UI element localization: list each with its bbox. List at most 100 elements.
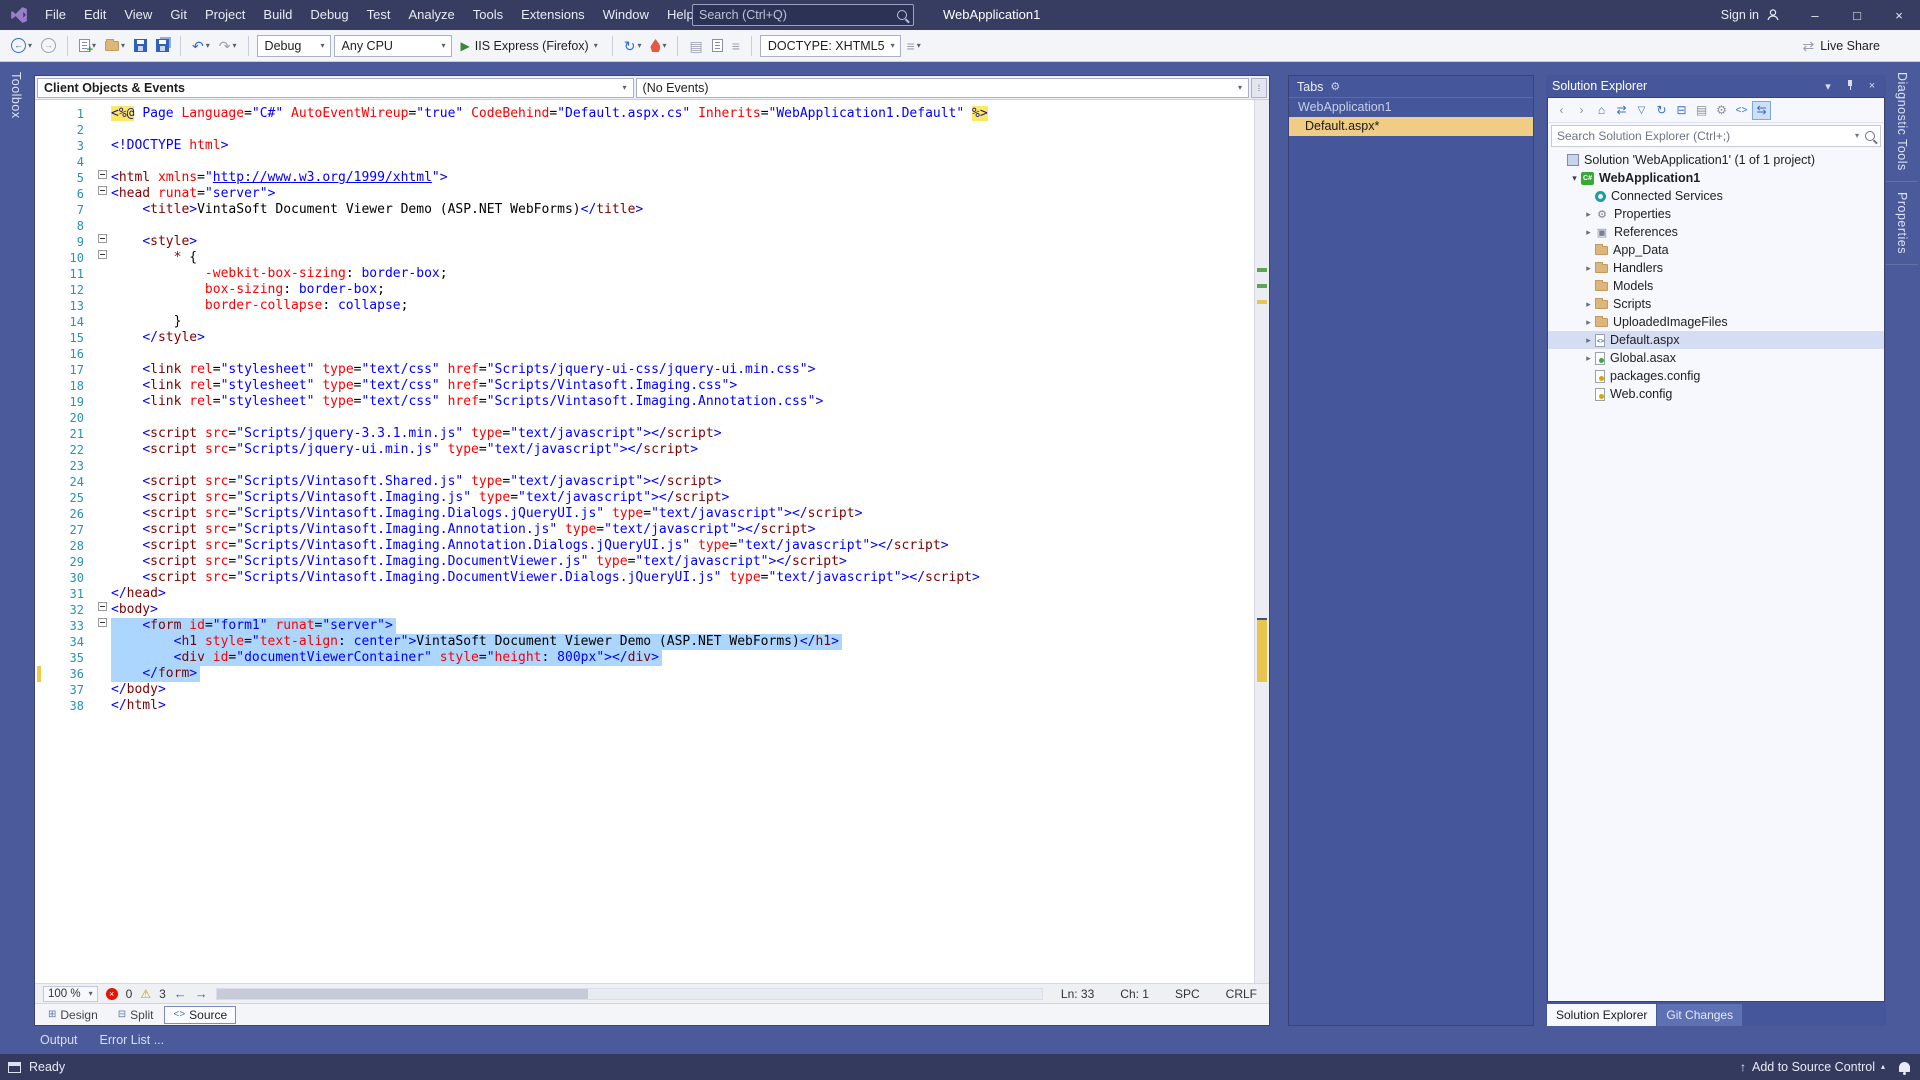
code-line-20[interactable]: 20	[35, 410, 1269, 426]
collapse-region-icon[interactable]	[98, 618, 107, 627]
window-position-icon[interactable]: ▾	[1820, 80, 1836, 93]
gear-icon[interactable]: ⚙	[1330, 80, 1340, 93]
code-line-1[interactable]: 1<%@ Page Language="C#" AutoEventWireup=…	[35, 106, 1269, 122]
error-count[interactable]: 0	[126, 987, 133, 1001]
collapse-region-icon[interactable]	[98, 234, 107, 243]
sign-in-button[interactable]: Sign in	[1707, 0, 1794, 30]
sync-with-active-document-icon[interactable]: ⇆	[1752, 101, 1771, 120]
expander-icon[interactable]: ▸	[1582, 353, 1595, 364]
code-line-27[interactable]: 27 <script src="Scripts/Vintasoft.Imagin…	[35, 522, 1269, 538]
refresh-browser-button[interactable]: ↻ ▾	[621, 37, 645, 55]
minimize-button[interactable]: –	[1794, 0, 1836, 30]
code-line-34[interactable]: 34 <h1 style="text-align: center">VintaS…	[35, 634, 1269, 650]
redo-button[interactable]: ↷ ▾	[216, 37, 240, 55]
split-editor-handle[interactable]: ⁞	[1251, 78, 1267, 98]
home-icon[interactable]: ⌂	[1592, 101, 1611, 120]
hot-reload-button[interactable]: ▾	[647, 37, 669, 54]
doctype-dropdown[interactable]: DOCTYPE: XHTML5 ▾	[760, 35, 901, 57]
code-line-2[interactable]: 2	[35, 122, 1269, 138]
tree-item-app-data[interactable]: App_Data	[1548, 241, 1884, 259]
menu-test[interactable]: Test	[358, 0, 400, 30]
code-line-30[interactable]: 30 <script src="Scripts/Vintasoft.Imagin…	[35, 570, 1269, 586]
close-panel-icon[interactable]: ×	[1864, 80, 1880, 92]
expander-icon[interactable]: ▸	[1582, 263, 1595, 274]
menu-git[interactable]: Git	[161, 0, 196, 30]
tree-item-global-asax[interactable]: ▸Global.asax	[1548, 349, 1884, 367]
close-button[interactable]: ×	[1878, 0, 1920, 30]
tree-item-connected-services[interactable]: Connected Services	[1548, 187, 1884, 205]
collapse-region-icon[interactable]	[98, 186, 107, 195]
new-project-button[interactable]: ▾	[76, 37, 99, 54]
view-tab-design[interactable]: ⊞Design	[39, 1006, 107, 1024]
code-line-17[interactable]: 17 <link rel="stylesheet" type="text/css…	[35, 362, 1269, 378]
tree-item-uploadedimagefiles[interactable]: ▸UploadedImageFiles	[1548, 313, 1884, 331]
code-line-38[interactable]: 38</html>	[35, 698, 1269, 714]
live-share-button[interactable]: ⇄ Live Share	[1803, 30, 1887, 62]
tree-item-solution-webapplication1-1-of-1-project[interactable]: Solution 'WebApplication1' (1 of 1 proje…	[1548, 151, 1884, 169]
tree-item-web-config[interactable]: Web.config	[1548, 385, 1884, 403]
events-dropdown[interactable]: (No Events) ▾	[636, 78, 1249, 98]
panel-tab-error-list[interactable]: Error List ...	[100, 1033, 165, 1047]
code-line-22[interactable]: 22 <script src="Scripts/jquery-ui.min.js…	[35, 442, 1269, 458]
code-line-19[interactable]: 19 <link rel="stylesheet" type="text/css…	[35, 394, 1269, 410]
save-button[interactable]	[131, 37, 150, 54]
code-line-4[interactable]: 4	[35, 154, 1269, 170]
code-line-3[interactable]: 3<!DOCTYPE html>	[35, 138, 1269, 154]
navigate-back-icon[interactable]: ←	[174, 987, 187, 1000]
tree-item-properties[interactable]: ▸Properties	[1548, 205, 1884, 223]
menu-edit[interactable]: Edit	[75, 0, 115, 30]
collapse-all-icon[interactable]: ⊟	[1672, 101, 1691, 120]
menu-file[interactable]: File	[36, 0, 75, 30]
navigate-backward-button[interactable]: ← ▾	[8, 36, 35, 55]
collapse-region-icon[interactable]	[98, 170, 107, 179]
add-to-source-control-button[interactable]: ↑ Add to Source Control ▴	[1740, 1060, 1885, 1074]
solution-explorer-search-box[interactable]: Search Solution Explorer (Ctrl+;) ▾	[1551, 125, 1881, 147]
code-line-5[interactable]: 5<html xmlns="http://www.w3.org/1999/xht…	[35, 170, 1269, 186]
expander-icon[interactable]: ▸	[1582, 209, 1595, 220]
code-line-23[interactable]: 23	[35, 458, 1269, 474]
code-line-31[interactable]: 31</head>	[35, 586, 1269, 602]
start-debugging-button[interactable]: ▶ IIS Express (Firefox) ▾	[455, 37, 604, 55]
horizontal-scrollbar-thumb[interactable]	[217, 989, 588, 999]
collapse-region-icon[interactable]	[98, 250, 107, 259]
tabs-panel-header[interactable]: Tabs ⚙	[1289, 76, 1533, 98]
side-tab-properties[interactable]: Properties	[1886, 182, 1918, 265]
tree-item-references[interactable]: ▸References	[1548, 223, 1884, 241]
expander-icon[interactable]: ▾	[1568, 173, 1581, 184]
navigate-forward-button[interactable]: →	[38, 36, 59, 55]
menu-debug[interactable]: Debug	[301, 0, 357, 30]
code-line-10[interactable]: 10 * {	[35, 250, 1269, 266]
code-line-35[interactable]: 35 <div id="documentViewerContainer" sty…	[35, 650, 1269, 666]
spaces-indicator[interactable]: SPC	[1175, 987, 1200, 1001]
zoom-dropdown[interactable]: 100 % ▾	[43, 986, 98, 1002]
code-line-7[interactable]: 7 <title>VintaSoft Document Viewer Demo …	[35, 202, 1269, 218]
code-line-26[interactable]: 26 <script src="Scripts/Vintasoft.Imagin…	[35, 506, 1269, 522]
tree-item-models[interactable]: Models	[1548, 277, 1884, 295]
forward-icon[interactable]: ›	[1572, 101, 1591, 120]
format-document-button[interactable]	[709, 37, 726, 54]
tree-item-packages-config[interactable]: packages.config	[1548, 367, 1884, 385]
refresh-icon[interactable]: ↻	[1652, 101, 1671, 120]
code-line-6[interactable]: 6<head runat="server">	[35, 186, 1269, 202]
pin-button[interactable]	[1842, 79, 1858, 94]
solution-platform-dropdown[interactable]: Any CPU ▾	[334, 35, 452, 57]
tool-window-icon[interactable]	[8, 1062, 21, 1073]
code-line-16[interactable]: 16	[35, 346, 1269, 362]
code-line-33[interactable]: 33 <form id="form1" runat="server">	[35, 618, 1269, 634]
code-line-28[interactable]: 28 <script src="Scripts/Vintasoft.Imagin…	[35, 538, 1269, 554]
notifications-bell-icon[interactable]	[1899, 1062, 1910, 1072]
code-line-14[interactable]: 14 }	[35, 314, 1269, 330]
solution-explorer-title-bar[interactable]: Solution Explorer ▾ ×	[1546, 75, 1886, 97]
objects-dropdown[interactable]: Client Objects & Events ▾	[37, 78, 634, 98]
code-line-11[interactable]: 11 -webkit-box-sizing: border-box;	[35, 266, 1269, 282]
code-line-13[interactable]: 13 border-collapse: collapse;	[35, 298, 1269, 314]
show-all-files-icon[interactable]: ▤	[1692, 101, 1711, 120]
code-line-24[interactable]: 24 <script src="Scripts/Vintasoft.Shared…	[35, 474, 1269, 490]
expander-icon[interactable]: ▸	[1582, 317, 1595, 328]
tree-item-scripts[interactable]: ▸Scripts	[1548, 295, 1884, 313]
side-tab-toolbox[interactable]: Toolbox	[0, 62, 32, 129]
code-line-32[interactable]: 32<body>	[35, 602, 1269, 618]
open-document-tab[interactable]: Default.aspx*	[1289, 117, 1533, 136]
tree-item-webapplication1[interactable]: ▾C#WebApplication1	[1548, 169, 1884, 187]
collapse-region-icon[interactable]	[98, 602, 107, 611]
